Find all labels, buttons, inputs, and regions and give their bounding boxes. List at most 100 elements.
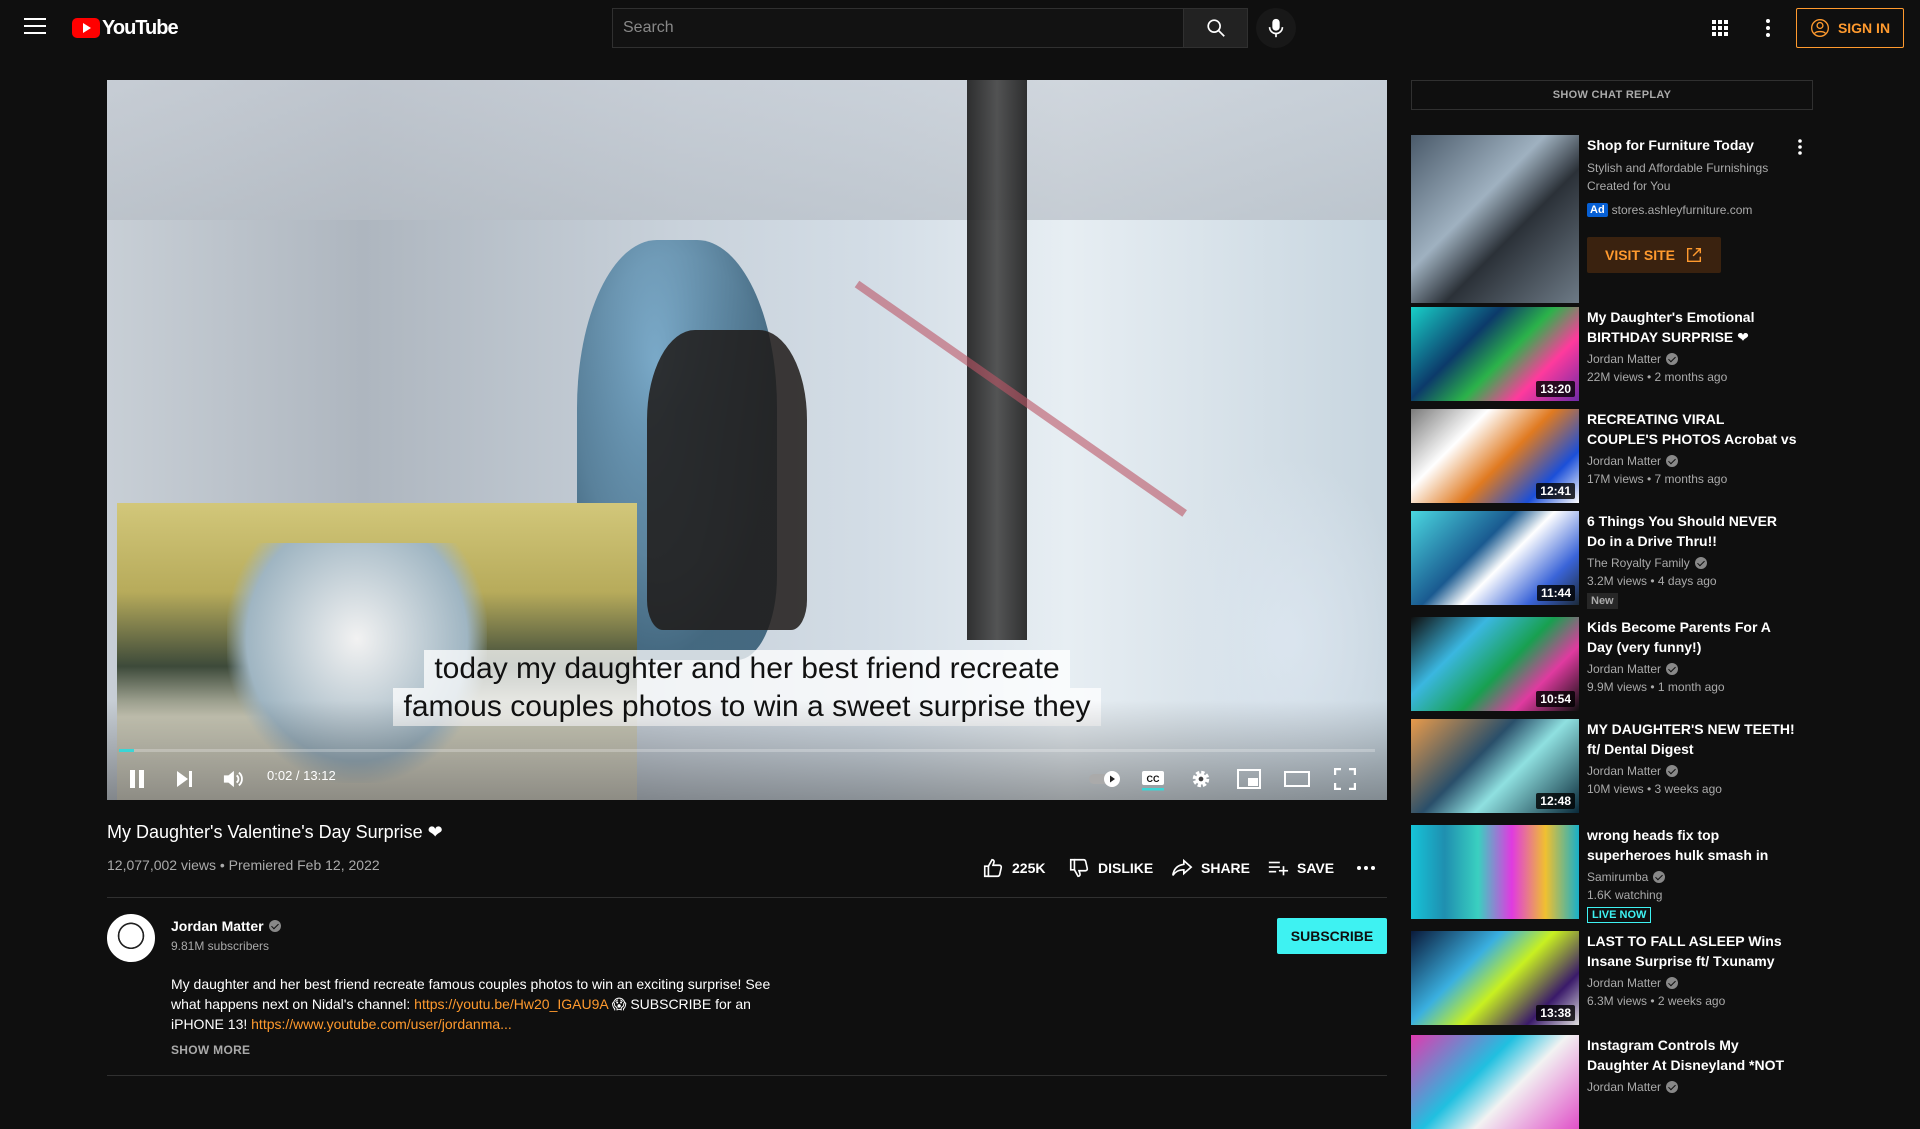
verified-icon [1666,765,1679,777]
video-stats: 12,077,002 views • Premiered Feb 12, 202… [107,857,380,873]
recommendation-item[interactable]: 13:20 My Daughter's Emotional BIRTHDAY SU… [1411,307,1813,401]
recommendation-item[interactable]: wrong heads fix top superheroes hulk sma… [1411,825,1813,923]
logo-text: YouTube [102,16,179,39]
verified-icon [1666,977,1679,989]
recommendation-item[interactable]: 12:41 RECREATING VIRAL COUPLE'S PHOTOS Ac… [1411,409,1813,503]
video-duration: 12:48 [1536,793,1575,809]
volume-icon [223,770,243,788]
fullscreen-icon [1334,768,1356,790]
recommendation-title[interactable]: LAST TO FALL ASLEEP Wins Insane Surprise… [1587,931,1797,971]
pause-button[interactable] [119,761,155,797]
search-button[interactable] [1184,8,1248,48]
video-frame-pole [967,80,1027,640]
more-actions-button[interactable] [1356,856,1376,880]
external-link-icon [1686,247,1702,263]
recommendation-title[interactable]: wrong heads fix top superheroes hulk sma… [1587,825,1797,865]
share-button[interactable]: SHARE [1171,856,1250,880]
miniplayer-button[interactable] [1231,761,1267,797]
video-frame-sky [107,80,1387,220]
video-frame-figure-shadow [647,330,807,630]
recommendation-channel-name: Jordan Matter [1587,352,1662,366]
visit-site-button[interactable]: VISIT SITE [1587,237,1721,273]
channel-avatar[interactable] [107,914,155,962]
recommendation-thumbnail[interactable] [1411,825,1579,919]
recommendation-item[interactable]: 13:38 LAST TO FALL ASLEEP Wins Insane Sur… [1411,931,1813,1025]
progress-fill [119,749,135,752]
menu-icon[interactable] [24,18,46,36]
recommendation-channel[interactable]: Jordan Matter [1587,764,1679,778]
recommendation-item[interactable]: 11:44 6 Things You Should NEVER Do in a D… [1411,511,1813,609]
channel-name-link[interactable]: Jordan Matter [171,918,281,934]
description-link-1[interactable]: https://youtu.be/Hw20_IGAU9A [414,996,608,1012]
youtube-logo[interactable]: YouTube [72,16,179,39]
recommendation-title[interactable]: MY DAUGHTER'S NEW TEETH! ft/ Dental Dige… [1587,719,1797,759]
ad-title[interactable]: Shop for Furniture Today [1587,137,1754,153]
theater-mode-button[interactable] [1279,761,1315,797]
dislike-label: DISLIKE [1098,860,1154,876]
sign-in-button[interactable]: SIGN IN [1796,8,1904,48]
show-more-button[interactable]: SHOW MORE [171,1043,250,1057]
description-link-2[interactable]: https://www.youtube.com/user/jordanma... [251,1016,512,1032]
save-button[interactable]: SAVE [1267,856,1334,880]
dislike-button[interactable]: DISLIKE [1068,856,1153,880]
divider [107,1075,1387,1076]
video-duration: 13:20 [1536,381,1575,397]
search-bar [612,8,1248,48]
ad-menu-button[interactable] [1792,135,1808,159]
time-total: 13:12 [303,768,336,783]
voice-search-button[interactable] [1256,8,1296,48]
like-button[interactable]: 225K [982,856,1045,880]
next-button[interactable] [167,761,203,797]
settings-more-button[interactable] [1754,14,1782,42]
recommendation-thumbnail[interactable]: 11:44 [1411,511,1579,605]
new-badge: New [1587,593,1618,609]
recommendation-item[interactable]: 10:54 Kids Become Parents For A Day (very… [1411,617,1813,711]
progress-bar[interactable] [119,749,1375,752]
recommendation-title[interactable]: My Daughter's Emotional BIRTHDAY SURPRIS… [1587,307,1797,347]
recommendation-channel[interactable]: Jordan Matter [1587,352,1679,366]
search-input[interactable] [612,8,1184,48]
recommendation-channel-name: Jordan Matter [1587,764,1662,778]
recommendation-meta: 1.6K watching [1587,888,1663,902]
recommendation-thumbnail[interactable]: 13:38 [1411,931,1579,1025]
fullscreen-button[interactable] [1327,761,1363,797]
channel-name: Jordan Matter [171,918,264,934]
autoplay-toggle[interactable] [1087,761,1123,797]
recommendation-item[interactable]: 12:48 MY DAUGHTER'S NEW TEETH! ft/ Dental… [1411,719,1813,813]
recommendation-title[interactable]: Instagram Controls My Daughter At Disney… [1587,1035,1797,1075]
ad-info: Ad stores.ashleyfurniture.com [1587,203,1752,217]
recommendation-channel[interactable]: The Royalty Family [1587,556,1707,570]
recommendation-channel[interactable]: Samirumba [1587,870,1666,884]
recommendation-channel[interactable]: Jordan Matter [1587,454,1679,468]
verified-icon [1666,353,1679,365]
recommendation-thumbnail[interactable]: 10:54 [1411,617,1579,711]
recommendation-channel[interactable]: Jordan Matter [1587,662,1679,676]
recommendation-meta: 17M views • 7 months ago [1587,472,1728,486]
mute-button[interactable] [215,761,251,797]
recommendation-title[interactable]: Kids Become Parents For A Day (very funn… [1587,617,1797,657]
subtitles-button[interactable]: CC [1135,761,1171,797]
verified-icon [1666,455,1679,467]
recommendation-thumbnail[interactable]: 13:20 [1411,307,1579,401]
settings-button[interactable] [1183,761,1219,797]
subscriber-count: 9.81M subscribers [171,939,270,953]
recommendation-channel-name: Jordan Matter [1587,1080,1662,1094]
sign-in-label: SIGN IN [1837,20,1891,36]
recommendation-item[interactable]: Instagram Controls My Daughter At Disney… [1411,1035,1813,1129]
show-chat-replay-button[interactable]: SHOW CHAT REPLAY [1411,80,1813,110]
recommendation-channel-name: Samirumba [1587,870,1649,884]
video-player[interactable]: today my daughter and her best friend re… [107,80,1387,800]
apps-button[interactable] [1706,14,1734,42]
recommendation-thumbnail[interactable]: 12:48 [1411,719,1579,813]
recommendation-channel[interactable]: Jordan Matter [1587,1080,1679,1094]
ad-thumbnail[interactable] [1411,135,1579,303]
apps-grid-icon [1712,20,1728,36]
recommendation-channel[interactable]: Jordan Matter [1587,976,1679,990]
recommendation-thumbnail[interactable] [1411,1035,1579,1129]
subscribe-button[interactable]: SUBSCRIBE [1277,918,1387,954]
more-horiz-icon [1357,866,1375,870]
recommendation-title[interactable]: RECREATING VIRAL COUPLE'S PHOTOS Acrobat… [1587,409,1797,449]
time-current: 0:02 [267,768,293,783]
recommendation-title[interactable]: 6 Things You Should NEVER Do in a Drive … [1587,511,1797,551]
recommendation-thumbnail[interactable]: 12:41 [1411,409,1579,503]
